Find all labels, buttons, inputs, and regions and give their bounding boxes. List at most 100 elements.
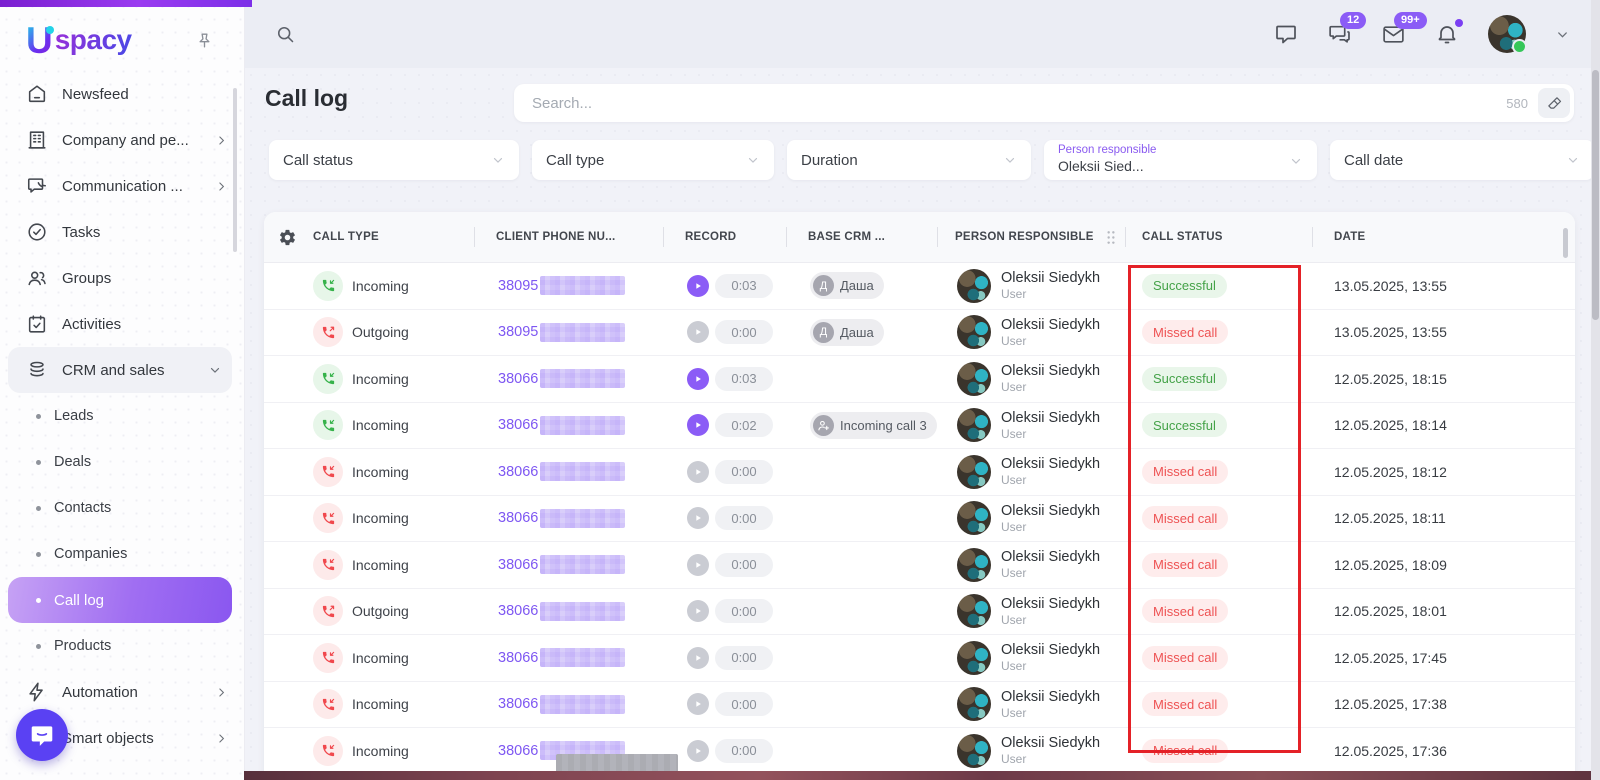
base-crm-chip[interactable]: ДДаша bbox=[810, 272, 884, 299]
incoming-call-icon bbox=[313, 364, 343, 394]
play-record-button[interactable] bbox=[687, 507, 709, 529]
table-scrollbar[interactable] bbox=[1563, 228, 1568, 258]
column-header-base-crm[interactable]: BASE CRM ... bbox=[786, 212, 937, 262]
column-header-client-phone-nu[interactable]: CLIENT PHONE NU... bbox=[474, 212, 663, 262]
filter-call-date[interactable]: Call date bbox=[1330, 140, 1594, 180]
bottom-strip bbox=[244, 771, 1600, 780]
play-record-button[interactable] bbox=[687, 693, 709, 715]
filter-person-responsible[interactable]: Person responsibleOleksii Sied... bbox=[1044, 140, 1317, 180]
sidebar-subitem-companies[interactable]: Companies bbox=[0, 531, 244, 577]
column-drag-handle-icon[interactable] bbox=[1106, 230, 1116, 245]
play-record-button[interactable] bbox=[687, 461, 709, 483]
client-phone-link[interactable]: 38066 bbox=[498, 650, 538, 666]
play-record-button[interactable] bbox=[687, 740, 709, 762]
sidebar-item-automation[interactable]: Automation bbox=[0, 669, 244, 715]
sidebar-scrollbar[interactable] bbox=[233, 88, 237, 252]
table-header-row: CALL TYPECLIENT PHONE NU...RECORDBASE CR… bbox=[264, 212, 1575, 263]
client-phone-link[interactable]: 38066 bbox=[498, 371, 538, 387]
chevron-down-icon bbox=[491, 153, 505, 167]
call-duration: 0:00 bbox=[715, 506, 773, 530]
call-log-row[interactable]: Incoming380660:00Oleksii SiedykhUserMiss… bbox=[264, 542, 1575, 589]
tasks-icon bbox=[26, 221, 48, 243]
table-settings-gear-icon[interactable] bbox=[278, 228, 297, 247]
search-icon[interactable] bbox=[275, 24, 296, 45]
base-crm-label: Даша bbox=[840, 278, 874, 293]
pin-icon[interactable] bbox=[195, 31, 214, 50]
call-log-row[interactable]: Incoming380660:00Oleksii SiedykhUserMiss… bbox=[264, 635, 1575, 682]
person-avatar bbox=[957, 594, 991, 628]
window-scrollbar[interactable] bbox=[1591, 0, 1600, 780]
base-crm-chip[interactable]: ДДаша bbox=[810, 319, 884, 346]
sidebar-item-label: Smart objects bbox=[62, 730, 215, 747]
call-log-row[interactable]: Incoming380660:00Oleksii SiedykhUserMiss… bbox=[264, 682, 1575, 729]
sidebar-item-company-and-pe[interactable]: Company and pe... bbox=[0, 117, 244, 163]
sidebar-item-crm-and-sales[interactable]: CRM and sales bbox=[8, 347, 232, 393]
play-record-button[interactable] bbox=[687, 647, 709, 669]
client-phone-link[interactable]: 38095 bbox=[498, 324, 538, 340]
person-avatar bbox=[957, 641, 991, 675]
person-avatar bbox=[957, 315, 991, 349]
sidebar-item-communication[interactable]: Communication ... bbox=[0, 163, 244, 209]
call-duration: 0:03 bbox=[715, 274, 773, 298]
play-record-button[interactable] bbox=[687, 554, 709, 576]
column-header-date[interactable]: DATE bbox=[1312, 212, 1575, 262]
user-avatar[interactable] bbox=[1488, 15, 1526, 53]
filter-call-type[interactable]: Call type bbox=[532, 140, 774, 180]
call-date: 12.05.2025, 18:12 bbox=[1334, 464, 1447, 480]
sidebar-subitem-contacts[interactable]: Contacts bbox=[0, 485, 244, 531]
sidebar-subitem-call-log[interactable]: Call log bbox=[8, 577, 232, 623]
column-header-record[interactable]: RECORD bbox=[663, 212, 786, 262]
chats-icon[interactable]: 12 bbox=[1327, 22, 1352, 47]
call-status-badge: Successful bbox=[1142, 274, 1227, 298]
profile-chevron-down-icon[interactable] bbox=[1555, 27, 1570, 42]
call-date: 12.05.2025, 17:45 bbox=[1334, 650, 1447, 666]
base-crm-chip[interactable]: Incoming call 38. bbox=[810, 412, 937, 439]
client-phone-link[interactable]: 38066 bbox=[498, 743, 538, 759]
sidebar-item-activities[interactable]: Activities bbox=[0, 301, 244, 347]
play-record-button[interactable] bbox=[687, 368, 709, 390]
sidebar-subitem-leads[interactable]: Leads bbox=[0, 393, 244, 439]
call-type-label: Incoming bbox=[352, 696, 409, 712]
chat-fab[interactable] bbox=[16, 709, 68, 761]
bell-icon[interactable] bbox=[1435, 22, 1459, 46]
column-header-person-responsible[interactable]: PERSON RESPONSIBLE bbox=[937, 212, 1125, 262]
scrollbar-thumb[interactable] bbox=[1592, 70, 1599, 320]
filter-call-status[interactable]: Call status bbox=[269, 140, 519, 180]
play-record-button[interactable] bbox=[687, 600, 709, 622]
call-log-row[interactable]: Incoming380660:00Oleksii SiedykhUserMiss… bbox=[264, 728, 1575, 775]
call-log-row[interactable]: Incoming380660:02Incoming call 38.Oleksi… bbox=[264, 403, 1575, 450]
mail-icon[interactable]: 99+ bbox=[1381, 22, 1406, 47]
call-log-row[interactable]: Incoming380660:03Oleksii SiedykhUserSucc… bbox=[264, 356, 1575, 403]
sidebar-item-newsfeed[interactable]: Newsfeed bbox=[0, 71, 244, 117]
search-input[interactable] bbox=[530, 94, 1506, 113]
comment-icon[interactable] bbox=[1274, 22, 1298, 46]
call-log-row[interactable]: Outgoing380950:00ДДашаOleksii SiedykhUse… bbox=[264, 310, 1575, 357]
client-phone-link[interactable]: 38066 bbox=[498, 696, 538, 712]
sidebar-item-label: Tasks bbox=[62, 224, 228, 241]
client-phone-link[interactable]: 38066 bbox=[498, 510, 538, 526]
sidebar-subitem-deals[interactable]: Deals bbox=[0, 439, 244, 485]
client-phone-link[interactable]: 38066 bbox=[498, 464, 538, 480]
sidebar-item-tasks[interactable]: Tasks bbox=[0, 209, 244, 255]
play-record-button[interactable] bbox=[687, 414, 709, 436]
sidebar-item-groups[interactable]: Groups bbox=[0, 255, 244, 301]
client-phone-link[interactable]: 38095 bbox=[498, 278, 538, 294]
call-log-row[interactable]: Incoming380660:00Oleksii SiedykhUserMiss… bbox=[264, 449, 1575, 496]
mail-badge: 99+ bbox=[1394, 12, 1427, 29]
sidebar-subitem-label: Call log bbox=[54, 592, 104, 609]
column-header-call-status[interactable]: CALL STATUS bbox=[1125, 212, 1312, 262]
play-record-button[interactable] bbox=[687, 275, 709, 297]
client-phone-link[interactable]: 38066 bbox=[498, 417, 538, 433]
filter-value: Oleksii Sied... bbox=[1058, 158, 1144, 176]
client-phone-link[interactable]: 38066 bbox=[498, 557, 538, 573]
uspacy-logo[interactable]: Uspacy bbox=[26, 22, 132, 59]
play-record-button[interactable] bbox=[687, 321, 709, 343]
column-header-call-type[interactable]: CALL TYPE bbox=[304, 212, 474, 262]
call-log-row[interactable]: Incoming380950:03ДДашаOleksii SiedykhUse… bbox=[264, 263, 1575, 310]
client-phone-link[interactable]: 38066 bbox=[498, 603, 538, 619]
call-log-row[interactable]: Outgoing380660:00Oleksii SiedykhUserMiss… bbox=[264, 589, 1575, 636]
eraser-button[interactable] bbox=[1538, 88, 1570, 118]
filter-duration[interactable]: Duration bbox=[787, 140, 1031, 180]
sidebar-subitem-products[interactable]: Products bbox=[0, 623, 244, 669]
call-log-row[interactable]: Incoming380660:00Oleksii SiedykhUserMiss… bbox=[264, 496, 1575, 543]
